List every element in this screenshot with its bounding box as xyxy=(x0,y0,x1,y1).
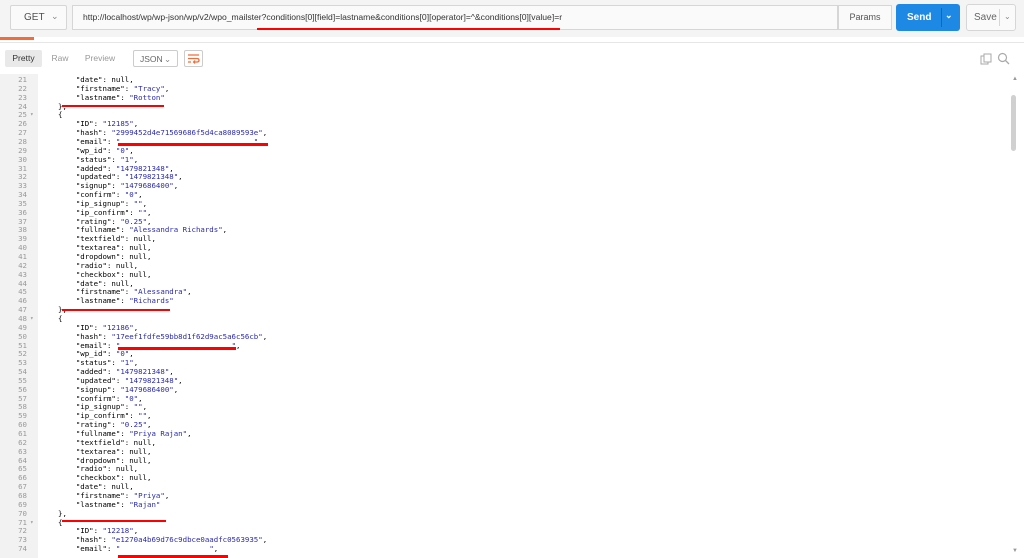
code-line: 29 "wp_id": "0", xyxy=(0,146,1010,156)
code-line: 25 ▾{ xyxy=(0,111,1010,120)
active-tab-indicator xyxy=(0,37,34,40)
code-text: "email": " ", xyxy=(75,544,219,554)
code-line: 39 "textfield": null, xyxy=(0,234,1010,244)
code-line: 36 "ip_confirm": "", xyxy=(0,208,1010,218)
code-line: 59 "ip_confirm": "", xyxy=(0,411,1010,421)
code-line: 52 "wp_id": "0", xyxy=(0,349,1010,359)
url-text: http://localhost/wp/wp-json/wp/v2/wpo_ma… xyxy=(83,12,563,22)
code-line: 41 "dropdown": null, xyxy=(0,252,1010,262)
method-label: GET xyxy=(24,12,45,23)
send-dropdown-icon[interactable]: ⌄ xyxy=(945,10,953,21)
code-line: 35 "ip_signup": "", xyxy=(0,199,1010,209)
code-text: "lastname": "Rotton" xyxy=(75,92,165,102)
format-label: JSON xyxy=(140,54,163,64)
code-line: 69 "lastname": "Rajan" xyxy=(0,499,1010,510)
chevron-down-icon: ⌄ xyxy=(164,54,172,64)
code-line: 46 "lastname": "Richards" xyxy=(0,296,1010,306)
copy-icon[interactable] xyxy=(980,52,992,70)
tab-preview[interactable]: Preview xyxy=(82,50,118,67)
fold-arrow-icon[interactable]: ▾ xyxy=(30,315,34,324)
code-line: 57 "confirm": "0", xyxy=(0,394,1010,404)
code-line: 63 "textarea": null, xyxy=(0,447,1010,457)
save-divider xyxy=(999,9,1000,26)
email-redaction xyxy=(118,346,236,350)
tab-raw[interactable]: Raw xyxy=(46,50,74,67)
scrollbar-thumb[interactable] xyxy=(1011,95,1016,151)
method-select[interactable]: GET ⌄ xyxy=(10,5,67,30)
code-line: 43 "checkbox": null, xyxy=(0,270,1010,280)
email-redaction xyxy=(118,142,268,146)
wrap-lines-icon xyxy=(188,54,200,64)
code-line: 70}, xyxy=(0,509,1010,519)
code-line: 56 "signup": "1479686400", xyxy=(0,385,1010,395)
wrap-lines-button[interactable] xyxy=(184,50,203,67)
fold-arrow-icon[interactable]: ▾ xyxy=(30,519,34,528)
params-button[interactable]: Params xyxy=(838,5,892,30)
code-line: 64 "dropdown": null, xyxy=(0,456,1010,466)
code-line: 74 "email": " ", xyxy=(0,544,1010,554)
scroll-down-icon[interactable]: ▼ xyxy=(1012,548,1018,554)
code-line: 42 "radio": null, xyxy=(0,261,1010,271)
format-select[interactable]: JSON ⌄ xyxy=(133,50,178,67)
scroll-up-icon[interactable]: ▲ xyxy=(1012,76,1018,82)
search-icon[interactable] xyxy=(997,52,1010,70)
chevron-down-icon: ⌄ xyxy=(51,11,59,21)
code-line: 66 "checkbox": null, xyxy=(0,473,1010,483)
line-number: 74 xyxy=(18,544,27,554)
request-bar: GET ⌄ http://localhost/wp/wp-json/wp/v2/… xyxy=(0,0,1024,37)
lastname-underline xyxy=(62,309,170,311)
divider xyxy=(0,42,1024,43)
send-button[interactable]: Send ⌄ xyxy=(896,4,960,31)
code-line: 34 "confirm": "0", xyxy=(0,190,1010,200)
save-dropdown-icon[interactable]: ⌄ xyxy=(1004,12,1011,21)
url-query-underline xyxy=(257,28,560,30)
code-line: 62 "textfield": null, xyxy=(0,438,1010,448)
lastname-underline xyxy=(62,105,164,107)
code-text: "lastname": "Rajan" xyxy=(75,499,161,509)
url-input[interactable]: http://localhost/wp/wp-json/wp/v2/wpo_ma… xyxy=(72,5,838,30)
code-line: 65 "radio": null, xyxy=(0,464,1010,474)
send-divider xyxy=(941,8,942,27)
code-line: 58 "ip_signup": "", xyxy=(0,403,1010,412)
code-line: 23 "lastname": "Rotton" xyxy=(0,92,1010,103)
lastname-underline xyxy=(62,520,166,522)
code-line: 48 ▾{ xyxy=(0,314,1010,324)
send-label: Send xyxy=(907,12,932,23)
save-button[interactable]: Save ⌄ xyxy=(966,4,1016,31)
save-label: Save xyxy=(974,12,997,23)
fold-arrow-icon[interactable]: ▾ xyxy=(30,111,34,120)
tab-pretty[interactable]: Pretty xyxy=(5,50,42,67)
code-text: "lastname": "Richards" xyxy=(75,296,174,306)
code-line: 33 "signup": "1479686400", xyxy=(0,181,1010,191)
response-body[interactable]: 21 "date": null, 22 "firstname": "Tracy",… xyxy=(0,74,1024,558)
code-line: 40 "textarea": null, xyxy=(0,243,1010,253)
